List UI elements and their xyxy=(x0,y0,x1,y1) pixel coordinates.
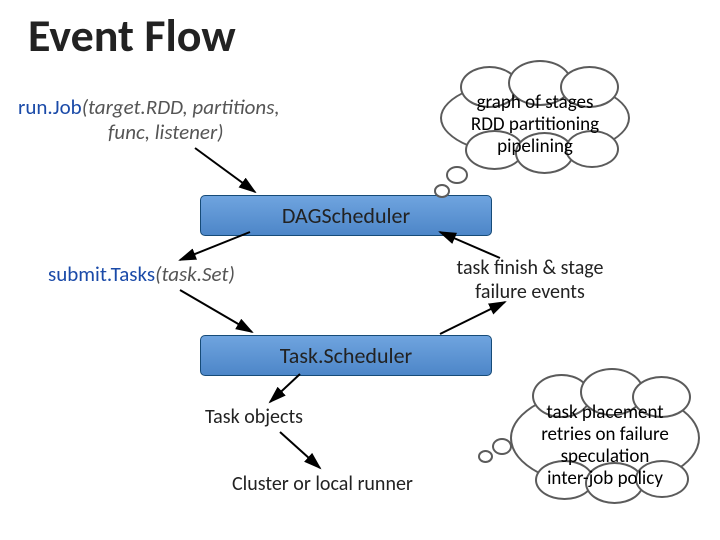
cloud2-line2: retries on failure xyxy=(520,424,690,446)
submit-tasks-method: submit.Tasks xyxy=(48,261,155,287)
cloud2-line3: speculation xyxy=(520,446,690,468)
runjob-args2: func, listener) xyxy=(18,120,308,145)
slide-title: Event Flow xyxy=(28,8,236,64)
cluster-runner-label: Cluster or local runner xyxy=(232,472,413,496)
task-finish-line2: failure events xyxy=(430,280,630,304)
task-scheduler-box: Task.Scheduler xyxy=(200,335,492,376)
cloud2-line1: task placement xyxy=(520,402,690,424)
runjob-args1: (target.RDD, partitions, xyxy=(82,94,280,120)
task-finish-line1: task finish & stage xyxy=(430,256,630,280)
dag-scheduler-box: DAGScheduler xyxy=(200,195,492,236)
runjob-call: run.Job(target.RDD, partitions, func, li… xyxy=(18,95,308,145)
cloud-graph-stages: graph of stages RDD partitioning pipelin… xyxy=(440,78,630,158)
submit-tasks-args: (task.Set) xyxy=(155,261,235,287)
cloud1-line2: RDD partitioning xyxy=(450,114,620,136)
cloud2-line4: inter-job policy xyxy=(520,468,690,490)
cloud1-line3: pipelining xyxy=(450,136,620,158)
task-objects-label: Task objects xyxy=(205,405,303,429)
cloud-task-placement: task placement retries on failure specul… xyxy=(510,388,700,488)
runjob-method: run.Job xyxy=(18,94,82,120)
task-finish-events: task finish & stage failure events xyxy=(430,256,630,304)
cloud1-line1: graph of stages xyxy=(450,92,620,114)
submit-tasks-call: submit.Tasks(task.Set) xyxy=(48,262,235,287)
